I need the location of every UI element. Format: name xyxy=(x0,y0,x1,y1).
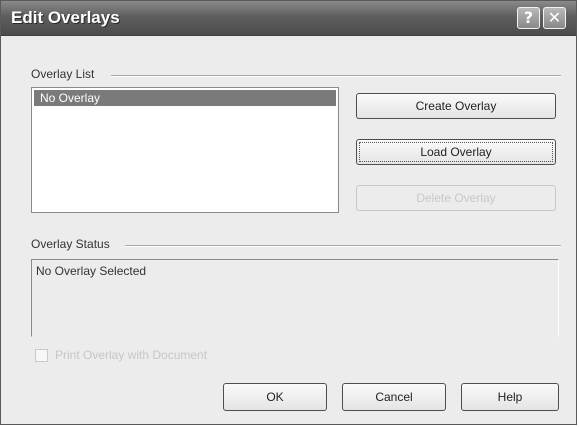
ok-button[interactable]: OK xyxy=(223,383,327,411)
overlay-list-label: Overlay List xyxy=(31,67,95,81)
overlay-list-divider xyxy=(111,75,561,77)
delete-overlay-button[interactable]: Delete Overlay xyxy=(356,185,556,211)
overlay-status-label: Overlay Status xyxy=(31,237,110,251)
print-overlay-checkbox[interactable] xyxy=(35,349,48,362)
print-overlay-checkbox-label: Print Overlay with Document xyxy=(55,348,208,362)
load-overlay-button[interactable]: Load Overlay xyxy=(356,139,556,165)
list-item[interactable]: No Overlay xyxy=(34,90,336,106)
window-title: Edit Overlays xyxy=(11,8,120,27)
overlay-status-divider xyxy=(125,245,561,247)
close-title-button[interactable]: ✕ xyxy=(543,7,566,29)
title-bar[interactable]: Edit Overlays ? ✕ xyxy=(1,1,576,36)
question-icon: ? xyxy=(523,8,534,27)
overlay-listbox[interactable]: No Overlay xyxy=(31,87,339,213)
status-text: No Overlay Selected xyxy=(36,264,147,278)
help-title-button[interactable]: ? xyxy=(517,7,540,29)
cancel-button[interactable]: Cancel xyxy=(342,383,446,411)
help-button[interactable]: Help xyxy=(461,383,559,411)
overlay-status-box: No Overlay Selected xyxy=(31,259,559,337)
edit-overlays-dialog: Edit Overlays ? ✕ Overlay List No Overla… xyxy=(0,0,577,425)
create-overlay-button[interactable]: Create Overlay xyxy=(356,93,556,119)
close-icon: ✕ xyxy=(547,8,562,27)
